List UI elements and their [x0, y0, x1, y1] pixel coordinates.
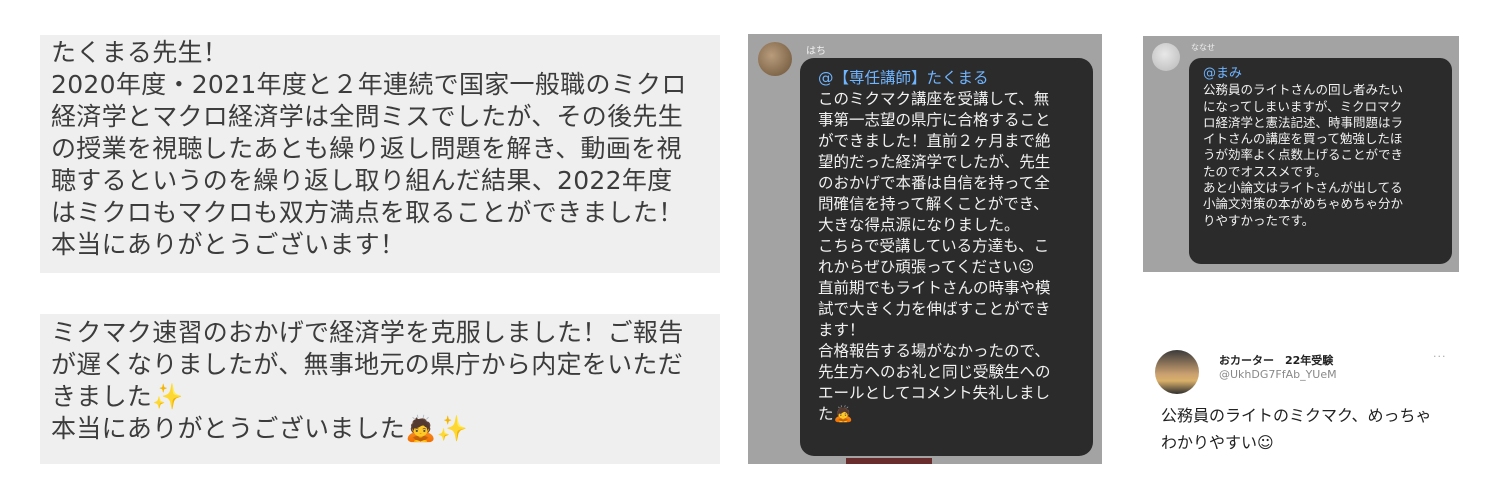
testimonial-line: 2020年度・2021年度と２年連続で国家一般職のミクロ [51, 70, 687, 99]
avatar[interactable] [1155, 350, 1199, 394]
chat-line: 小論文対策の本がめちゃめちゃ分か [1203, 196, 1404, 212]
chat-line: たのでオススメです。 [1203, 163, 1327, 179]
chat-bubble: @【専任講師】たくまる このミクマク講座を受講して、無 事第一志望の県庁に合格す… [800, 58, 1093, 456]
chat-line: れからぜひ頑張ってください☺ [818, 258, 1035, 276]
chat-line: になってしまいますが、ミクロマク [1203, 98, 1403, 114]
more-options-icon[interactable]: ··· [1433, 350, 1447, 363]
chat-line: このミクマク講座を受講して、無 [818, 90, 1050, 108]
chat-line: エールとしてコメント失礼しまし [818, 384, 1051, 402]
chat-line: 望的だった経済学でしたが、先生 [818, 153, 1051, 171]
mention-link[interactable]: @まみ [1203, 66, 1452, 82]
testimonial-line: きました✨ [51, 382, 184, 411]
testimonial-line: 本当にありがとうございました🙇✨ [51, 414, 469, 443]
chat-bubble: @まみ 公務員のライトさんの回し者みたい になってしまいますが、ミクロマク ロ経… [1189, 58, 1452, 264]
avatar [758, 42, 792, 76]
tweet-body: 公務員のライトのミクマク、めっちゃ わかりやすい☺ [1161, 402, 1451, 456]
chat-line: ます！ [818, 321, 865, 339]
chat-line: 試で大きく力を伸ばすことができ [818, 300, 1051, 318]
tweet-author-handle[interactable]: @UkhDG7FfAb_YUeM [1219, 368, 1337, 381]
chat-username: はち [806, 46, 826, 57]
tweet-line: 公務員のライトのミクマク、めっちゃ [1161, 406, 1432, 425]
tweet-line: わかりやすい☺ [1161, 433, 1274, 452]
chat-line: こちらで受講している方達も、こ [818, 237, 1050, 255]
testimonial-line: ミクマク速習のおかげで経済学を克服しました！ご報告 [51, 318, 684, 347]
reaction-bar [846, 458, 932, 464]
chat-username: ななせ [1191, 43, 1215, 52]
testimonial-line: の授業を視聴したあとも繰り返し問題を解き、動画を視 [51, 134, 682, 163]
chat-line: 公務員のライトさんの回し者みたい [1203, 82, 1404, 98]
chat-line: 大きな得点源になりました。 [818, 216, 1020, 234]
testimonial-line: 聴するというのを繰り返し取り組んだ結果、2022年度 [51, 166, 673, 195]
chat-line: 合格報告する場がなかったので、 [818, 342, 1050, 360]
testimonial-card-1: たくまる先生！ 2020年度・2021年度と２年連続で国家一般職のミクロ 経済学… [40, 35, 720, 273]
chat-screenshot-b: ななせ @まみ 公務員のライトさんの回し者みたい になってしまいますが、ミクロマ… [1143, 36, 1459, 272]
chat-line: うが効率よく点数上げることができ [1203, 147, 1404, 163]
chat-line: た🙇 [818, 405, 853, 423]
testimonial-line: 経済学とマクロ経済学は全問ミスでしたが、その後先生 [51, 102, 684, 131]
chat-line: 問確信を持って解くことができ、 [818, 195, 1049, 213]
tweet-card: おカーター 22年受験 @UkhDG7FfAb_YUeM ··· 公務員のライト… [1143, 338, 1459, 468]
chat-line: のおかげで本番は自信を持って全 [818, 174, 1050, 192]
testimonial-line: たくまる先生！ [51, 38, 229, 67]
chat-line: ロ経済学と憲法記述、時事問題はラ [1203, 114, 1404, 130]
testimonial-line: が遅くなりましたが、無事地元の県庁から内定をいただ [51, 350, 684, 379]
testimonial-card-2: ミクマク速習のおかげで経済学を克服しました！ご報告 が遅くなりましたが、無事地元… [40, 314, 720, 464]
chat-screenshot-a: はち @【専任講師】たくまる このミクマク講座を受講して、無 事第一志望の県庁に… [748, 34, 1102, 464]
tweet-author-name[interactable]: おカーター 22年受験 [1219, 352, 1333, 368]
chat-line: あと小論文はライトさんが出してる [1203, 180, 1403, 196]
chat-line: イトさんの講座を買って勉強したほ [1203, 131, 1403, 147]
chat-line: 先生方へのお礼と同じ受験生への [818, 363, 1051, 381]
avatar [1152, 43, 1180, 71]
chat-line: 事第一志望の県庁に合格すること [818, 111, 1051, 129]
chat-line: ができました！直前２ヶ月まで絶 [818, 132, 1051, 150]
chat-line: りやすかったです。 [1203, 212, 1315, 228]
chat-line: 直前期でもライトさんの時事や模 [818, 279, 1051, 297]
mention-link[interactable]: @【専任講師】たくまる [818, 68, 1093, 89]
testimonial-line: 本当にありがとうございます！ [51, 230, 406, 259]
testimonial-line: はミクロもマクロも双方満点を取ることができました！ [51, 198, 684, 227]
